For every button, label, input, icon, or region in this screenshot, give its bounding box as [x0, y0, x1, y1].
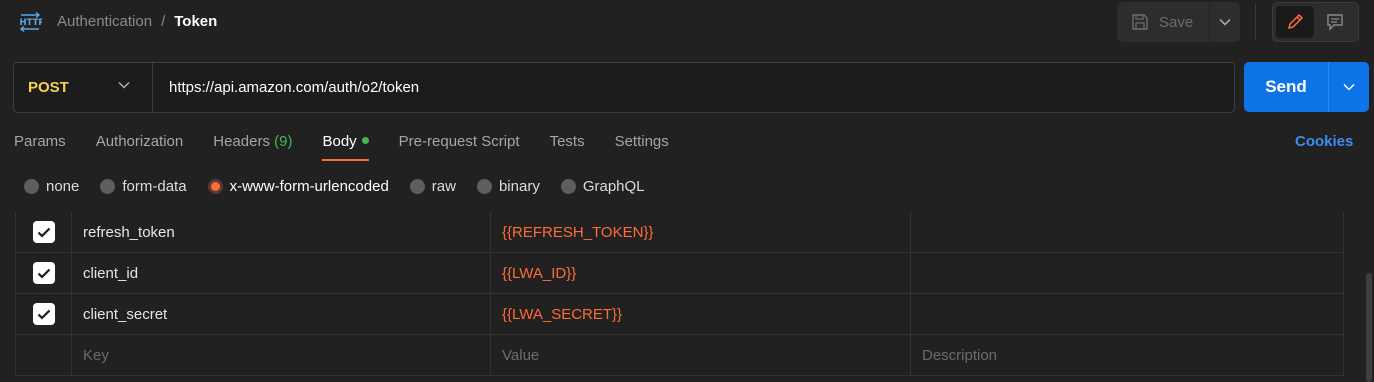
tab-label: Tests [549, 133, 585, 150]
radio-label: GraphQL [582, 178, 645, 195]
table-row: refresh_token {{REFRESH_TOKEN}} [15, 212, 1344, 253]
save-label: Save [1159, 13, 1194, 31]
radio-label: x-www-form-urlencoded [229, 178, 389, 195]
tab-pre-request-script[interactable]: Pre-request Script [399, 130, 520, 162]
breadcrumb: Authentication / Token [57, 13, 217, 30]
chevron-down-icon [118, 81, 130, 89]
header-divider [1255, 4, 1256, 40]
url-bar: POST [13, 62, 1235, 113]
chevron-down-icon [1219, 18, 1231, 26]
comment-icon [1327, 14, 1343, 31]
new-param-row: Key Value Description [15, 335, 1344, 376]
request-title[interactable]: Token [174, 13, 217, 30]
table-row: client_id {{LWA_ID}} [15, 253, 1344, 294]
save-options-button[interactable] [1210, 2, 1240, 42]
radio-selected-icon [207, 179, 223, 194]
tab-label: Settings [614, 133, 669, 150]
tab-tests[interactable]: Tests [550, 130, 585, 162]
row-checkbox-cell [15, 335, 72, 375]
row-checkbox[interactable] [32, 303, 55, 325]
param-key[interactable]: client_secret [72, 294, 491, 334]
radio-icon [409, 179, 425, 194]
param-description[interactable] [911, 212, 1344, 252]
radio-label: form-data [122, 178, 187, 195]
param-key[interactable]: client_id [72, 253, 491, 293]
row-checkbox[interactable] [32, 262, 55, 284]
chevron-down-icon [1343, 83, 1355, 91]
radio-icon [476, 179, 492, 194]
headers-count: (9) [274, 133, 293, 150]
tab-label: Authorization [95, 133, 184, 150]
tab-label: Body [322, 133, 357, 150]
request-header: HTTP Authentication / Token Save [0, 0, 1374, 46]
param-key[interactable]: refresh_token [72, 212, 491, 252]
radio-label: raw [431, 178, 456, 195]
tab-authorization[interactable]: Authorization [96, 130, 184, 162]
param-value[interactable]: {{LWA_SECRET}} [491, 294, 911, 334]
new-key-input[interactable]: Key [72, 335, 491, 375]
pencil-icon [1287, 13, 1303, 30]
body-type-binary[interactable]: binary [476, 178, 540, 195]
svg-text:HTTP: HTTP [20, 18, 43, 28]
tab-headers[interactable]: Headers (9) [213, 130, 292, 162]
method-select[interactable]: POST [14, 63, 153, 112]
breadcrumb-separator: / [161, 13, 166, 30]
param-description[interactable] [911, 253, 1344, 293]
send-button[interactable]: Send [1244, 62, 1328, 112]
row-checkbox[interactable] [32, 221, 55, 243]
send-options-button[interactable] [1328, 62, 1369, 112]
tab-label: Pre-request Script [398, 133, 520, 150]
radio-label: binary [498, 178, 540, 195]
url-input[interactable] [153, 63, 1234, 112]
send-group: Send [1244, 62, 1369, 112]
urlencoded-params-table: refresh_token {{REFRESH_TOKEN}} client_i… [15, 212, 1344, 376]
checkmark-icon [37, 309, 50, 320]
body-type-graphql[interactable]: GraphQL [560, 178, 645, 195]
new-description-input[interactable]: Description [911, 335, 1344, 375]
save-icon [1132, 14, 1148, 30]
row-checkbox-cell [15, 294, 72, 334]
save-group: Save [1117, 2, 1240, 42]
tab-label: Params [14, 133, 66, 150]
mode-toggle [1272, 2, 1359, 42]
request-tabs: Params Authorization Headers (9) Body Pr… [14, 130, 699, 162]
radio-icon [560, 179, 576, 194]
checkmark-icon [37, 268, 50, 279]
row-checkbox-cell [15, 253, 72, 293]
tab-settings[interactable]: Settings [615, 130, 669, 162]
tab-params[interactable]: Params [14, 130, 66, 162]
save-button[interactable]: Save [1117, 2, 1209, 42]
radio-label: none [46, 178, 80, 195]
breadcrumb-collection[interactable]: Authentication [57, 13, 152, 30]
http-icon: HTTP [20, 11, 43, 33]
body-type-selector: none form-data x-www-form-urlencoded raw… [24, 178, 666, 195]
body-type-form-data[interactable]: form-data [100, 178, 187, 195]
body-type-none[interactable]: none [24, 178, 79, 195]
body-indicator-dot [361, 137, 369, 144]
row-checkbox-cell [15, 212, 72, 252]
vertical-scrollbar[interactable] [1366, 273, 1372, 382]
param-value[interactable]: {{REFRESH_TOKEN}} [491, 212, 911, 252]
param-description[interactable] [911, 294, 1344, 334]
checkmark-icon [37, 227, 50, 238]
table-row: client_secret {{LWA_SECRET}} [15, 294, 1344, 335]
param-value[interactable]: {{LWA_ID}} [491, 253, 911, 293]
method-label: POST [28, 79, 69, 96]
body-type-urlencoded[interactable]: x-www-form-urlencoded [207, 178, 389, 195]
tab-label: Headers [213, 133, 270, 150]
radio-icon [100, 179, 116, 194]
radio-icon [24, 179, 39, 194]
cookies-link[interactable]: Cookies [1295, 133, 1353, 150]
comments-button[interactable] [1316, 6, 1355, 38]
new-value-input[interactable]: Value [491, 335, 911, 375]
body-type-raw[interactable]: raw [409, 178, 456, 195]
edit-mode-button[interactable] [1276, 6, 1314, 38]
tab-body[interactable]: Body [322, 130, 369, 162]
